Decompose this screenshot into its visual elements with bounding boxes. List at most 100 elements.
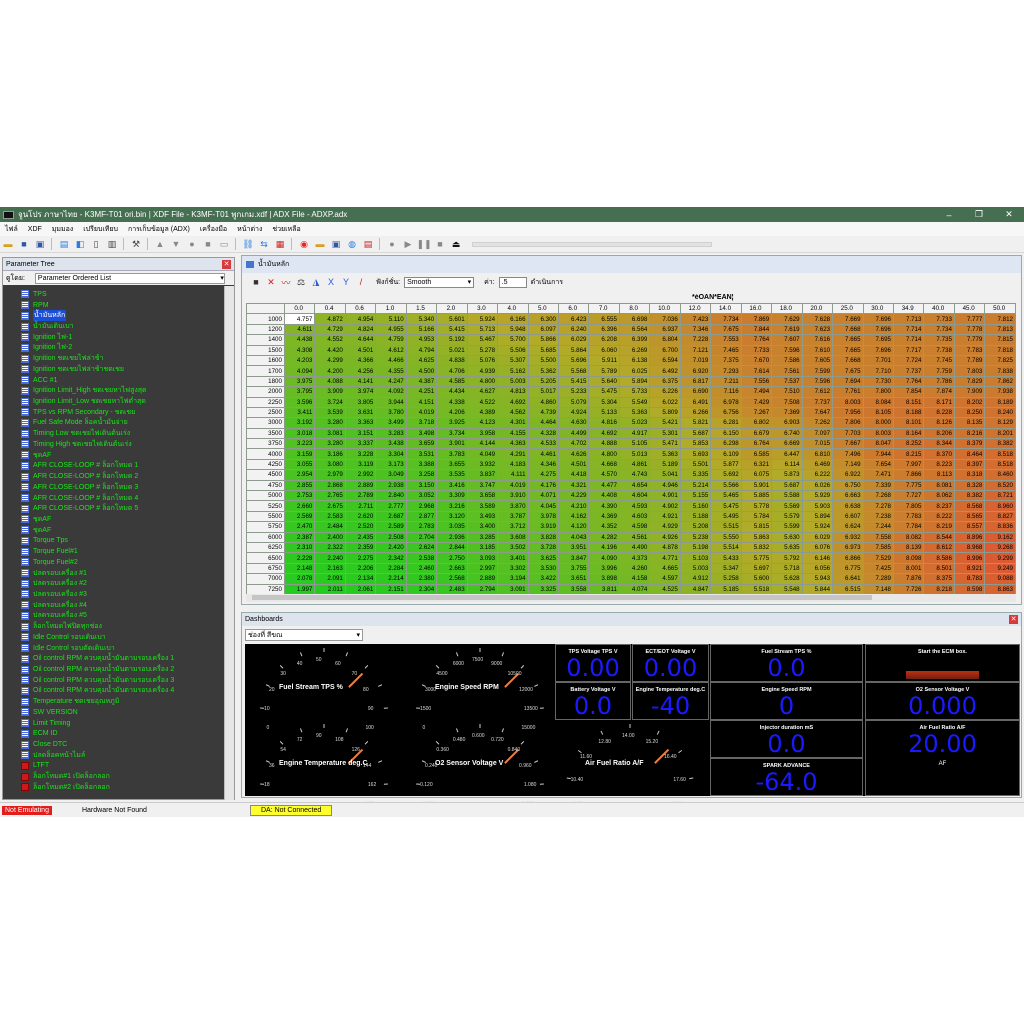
table-cell[interactable]: 4.490 xyxy=(618,541,651,554)
chip-icon[interactable]: ▦ xyxy=(273,238,287,251)
row-header[interactable]: 4500 xyxy=(246,469,285,481)
table-cell[interactable]: 8.397 xyxy=(953,458,986,471)
table-cell[interactable]: 3.658 xyxy=(466,490,499,502)
table-cell[interactable]: 5.901 xyxy=(740,479,773,492)
maximize-button[interactable]: ❐ xyxy=(964,209,994,220)
row-header[interactable]: 1700 xyxy=(246,365,285,377)
table-cell[interactable]: 7.629 xyxy=(771,313,803,325)
table-cell[interactable]: 7.097 xyxy=(801,427,834,440)
table-cell[interactable]: 4.702 xyxy=(557,438,590,450)
table-cell[interactable]: 8.218 xyxy=(923,583,955,594)
table-cell[interactable]: 6.679 xyxy=(740,427,773,440)
tree-item[interactable]: TPS xyxy=(3,289,225,300)
table-cell[interactable]: 6.399 xyxy=(618,334,651,346)
table-cell[interactable]: 7.727 xyxy=(892,490,925,502)
table-cell[interactable]: 7.623 xyxy=(801,323,834,336)
table-cell[interactable]: 4.917 xyxy=(618,427,651,440)
tree-item[interactable]: ACC #1 xyxy=(3,375,225,386)
table-cell[interactable]: 6.641 xyxy=(832,573,864,585)
table-cell[interactable]: 3.304 xyxy=(375,448,407,460)
table-cell[interactable]: 5.003 xyxy=(679,562,712,575)
table-cell[interactable]: 3.828 xyxy=(527,531,560,544)
tree-item[interactable]: ECM ID xyxy=(3,728,225,739)
table-cell[interactable]: 8.598 xyxy=(953,583,986,594)
table-cell[interactable]: 5.718 xyxy=(771,562,803,575)
table-cell[interactable]: 5.205 xyxy=(527,375,560,388)
table-cell[interactable]: 6.594 xyxy=(649,354,681,367)
table-cell[interactable]: 5.495 xyxy=(710,510,742,523)
table-cell[interactable]: 7.262 xyxy=(801,417,834,429)
table-cell[interactable]: 4.597 xyxy=(649,573,681,585)
table-cell[interactable]: 5.188 xyxy=(679,510,712,523)
table-cell[interactable]: 5.076 xyxy=(466,354,499,367)
table-cell[interactable]: 3.728 xyxy=(527,541,560,554)
table-cell[interactable]: 4.816 xyxy=(588,417,620,429)
table-cell[interactable]: 3.192 xyxy=(283,417,316,429)
table-cell[interactable]: 8.101 xyxy=(892,417,925,429)
table-cell[interactable]: 2.538 xyxy=(405,552,438,564)
table-cell[interactable]: 7.789 xyxy=(953,354,986,367)
column-header[interactable]: 0.6 xyxy=(344,302,377,315)
save-icon[interactable]: ■ xyxy=(250,277,262,287)
table-cell[interactable]: 6.298 xyxy=(710,438,742,450)
table-cell[interactable]: 3.974 xyxy=(344,386,377,398)
table-cell[interactable]: 4.562 xyxy=(497,406,529,419)
table-cell[interactable]: 8.382 xyxy=(984,438,1016,450)
table-cell[interactable]: 5.133 xyxy=(588,406,620,419)
table-cell[interactable]: 4.522 xyxy=(466,396,499,408)
table-cell[interactable]: 3.363 xyxy=(344,417,377,429)
table-cell[interactable]: 3.596 xyxy=(283,396,316,408)
table-cell[interactable]: 8.151 xyxy=(892,396,925,408)
table-cell[interactable]: 7.668 xyxy=(832,354,864,367)
table-cell[interactable]: 8.836 xyxy=(984,521,1016,533)
table-cell[interactable]: 3.932 xyxy=(466,458,499,471)
table-cell[interactable]: 8.827 xyxy=(984,510,1016,523)
table-cell[interactable]: 2.470 xyxy=(283,521,316,533)
table-cell[interactable]: 2.342 xyxy=(375,552,407,564)
open-icon[interactable]: ▬ xyxy=(1,238,15,251)
table-cell[interactable]: 4.860 xyxy=(527,396,560,408)
table-cell[interactable]: 3.589 xyxy=(466,500,499,512)
table-cell[interactable]: 6.937 xyxy=(649,323,681,336)
table-cell[interactable]: 7.561 xyxy=(771,365,803,377)
table-cell[interactable]: 8.202 xyxy=(953,396,986,408)
table-cell[interactable]: 6.226 xyxy=(649,386,681,398)
table-cell[interactable]: 3.055 xyxy=(283,458,316,471)
table-cell[interactable]: 4.739 xyxy=(527,406,560,419)
window-icon[interactable]: ▭ xyxy=(217,238,231,251)
table-cell[interactable]: 4.420 xyxy=(314,344,346,356)
table-cell[interactable]: 4.625 xyxy=(405,354,438,367)
table-cell[interactable]: 4.759 xyxy=(375,334,407,346)
table-cell[interactable]: 4.363 xyxy=(497,438,529,450)
table-cell[interactable]: 2.624 xyxy=(405,541,438,554)
table-cell[interactable]: 7.866 xyxy=(892,469,925,481)
table-cell[interactable]: 5.079 xyxy=(557,396,590,408)
table-cell[interactable]: 2.011 xyxy=(314,583,346,594)
table-cell[interactable]: 7.956 xyxy=(832,406,864,419)
table-cell[interactable]: 5.696 xyxy=(557,354,590,367)
disk-icon[interactable]: ▣ xyxy=(329,238,343,251)
table-cell[interactable]: 2.711 xyxy=(344,500,377,512)
table-cell[interactable]: 7.670 xyxy=(740,354,773,367)
table-cell[interactable]: 7.429 xyxy=(740,396,773,408)
column-header[interactable]: 0.4 xyxy=(314,302,346,315)
table-cell[interactable]: 5.340 xyxy=(405,313,438,325)
table-cell[interactable]: 4.477 xyxy=(588,479,620,492)
tree-item[interactable]: ชุดAF xyxy=(3,450,225,461)
table-cell[interactable]: 8.896 xyxy=(953,531,986,544)
tree-item[interactable]: Ignition ไฟ-2 xyxy=(3,343,225,354)
table-cell[interactable]: 5.687 xyxy=(771,479,803,492)
table-cell[interactable]: 2.938 xyxy=(375,479,407,492)
table-cell[interactable]: 7.647 xyxy=(801,406,834,419)
column-header[interactable]: 10.0 xyxy=(649,302,681,315)
table-cell[interactable]: 4.955 xyxy=(375,323,407,336)
table-cell[interactable]: 7.695 xyxy=(862,334,894,346)
table-cell[interactable]: 3.919 xyxy=(527,521,560,533)
table-cell[interactable]: 5.775 xyxy=(740,552,773,564)
table-cell[interactable]: 4.901 xyxy=(649,490,681,502)
table-cell[interactable]: 5.347 xyxy=(710,562,742,575)
x-axis-icon[interactable]: X xyxy=(325,277,337,287)
record-icon[interactable]: ◉ xyxy=(297,238,311,251)
table-cell[interactable]: 5.307 xyxy=(497,354,529,367)
table-cell[interactable]: 6.423 xyxy=(557,313,590,325)
